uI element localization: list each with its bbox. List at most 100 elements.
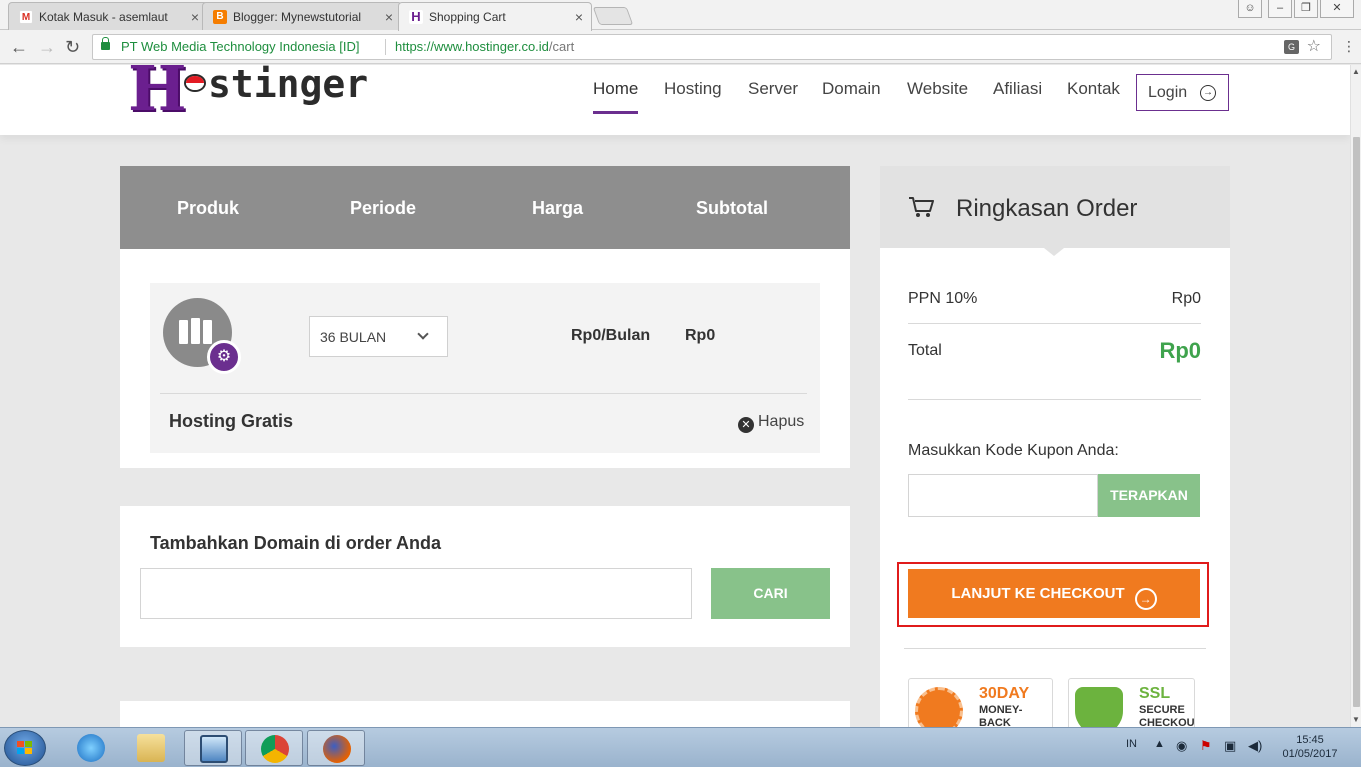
cart-table-body: ⚙ 36 BULAN Rp0/Bulan Rp0 Hosting Gratis …	[120, 249, 850, 468]
add-domain-section: Tambahkan Domain di order Anda CARI	[120, 506, 850, 647]
close-window-button[interactable]: ✕	[1320, 0, 1354, 18]
nav-home[interactable]: Home	[593, 79, 639, 114]
close-icon[interactable]: ×	[385, 9, 393, 25]
show-hidden-icons[interactable]: ▲	[1154, 738, 1165, 750]
domain-search-button[interactable]: CARI	[711, 568, 830, 619]
minimize-button[interactable]: –	[1268, 0, 1292, 18]
system-clock[interactable]: 15:45 01/05/2017	[1278, 733, 1342, 761]
total-row: Total Rp0	[908, 338, 1201, 363]
cart-table-header: Produk Periode Harga Subtotal	[120, 166, 850, 249]
chrome-icon	[261, 735, 289, 763]
column-produk: Produk	[177, 198, 240, 218]
forward-icon[interactable]: →	[38, 37, 56, 58]
order-summary-title: Ringkasan Order	[956, 195, 1138, 222]
new-tab-button[interactable]	[592, 7, 634, 25]
nav-afiliasi[interactable]: Afiliasi	[993, 79, 1042, 99]
scroll-down-icon[interactable]: ▼	[1352, 715, 1360, 724]
nav-hosting[interactable]: Hosting	[664, 79, 722, 99]
ssl-badge: SSL SECURE CHECKOUT	[1068, 678, 1195, 727]
coupon-input[interactable]	[908, 474, 1098, 517]
remote-desktop-icon	[200, 735, 228, 763]
money-back-badge: 30DAY MONEY-BACK GUARANTEE	[908, 678, 1053, 727]
cart-item: ⚙ 36 BULAN Rp0/Bulan Rp0 Hosting Gratis …	[150, 283, 820, 453]
blogger-icon: B	[213, 10, 227, 24]
gear-icon: ⚙	[207, 340, 241, 374]
start-button[interactable]	[4, 730, 46, 766]
language-indicator[interactable]: IN	[1126, 738, 1137, 750]
taskbar-remote-desktop[interactable]	[184, 730, 242, 766]
reload-icon[interactable]: ↻	[65, 37, 80, 58]
nav-domain[interactable]: Domain	[822, 79, 881, 99]
column-harga: Harga	[532, 198, 584, 218]
divider	[908, 399, 1201, 400]
action-center-icon[interactable]: ⚑	[1200, 738, 1212, 754]
guarantee-seal-icon	[915, 687, 963, 727]
scroll-thumb[interactable]	[1353, 137, 1360, 707]
nav-website[interactable]: Website	[907, 79, 968, 99]
remove-item-button[interactable]: ✕ Hapus	[738, 413, 804, 433]
divider	[160, 393, 807, 394]
bookmark-star-icon[interactable]: ☆	[1307, 35, 1321, 59]
logo-text: stinger	[208, 65, 369, 106]
nav-server[interactable]: Server	[748, 79, 798, 99]
remove-label: Hapus	[758, 413, 805, 430]
web-page: H stinger Home Hosting Server Domain Web…	[0, 65, 1350, 727]
site-header: H stinger Home Hosting Server Domain Web…	[0, 65, 1350, 135]
file-explorer-icon	[137, 734, 165, 762]
restore-button[interactable]: ❐	[1294, 0, 1318, 18]
tab-shopping-cart[interactable]: H Shopping Cart ×	[398, 2, 592, 31]
taskbar-internet-explorer[interactable]	[62, 730, 120, 766]
chevron-down-icon	[417, 328, 429, 340]
item-subtotal: Rp0	[685, 327, 716, 344]
url-field[interactable]: PT Web Media Technology Indonesia [ID] h…	[92, 34, 1332, 60]
gmail-icon: M	[19, 10, 33, 24]
tab-title: Shopping Cart	[429, 10, 506, 24]
domain-search-input[interactable]	[140, 568, 692, 619]
browser-menu-icon[interactable]: ⋮	[1342, 38, 1356, 55]
tab-title: Kotak Masuk - asemlaut	[39, 10, 168, 24]
total-value: Rp0	[1159, 338, 1201, 363]
checkout-button[interactable]: LANJUT KE CHECKOUT →	[908, 569, 1200, 618]
tax-value: Rp0	[1171, 290, 1201, 307]
taskbar-chrome[interactable]	[245, 730, 303, 766]
badge-title: SSL	[1139, 685, 1171, 702]
divider	[904, 648, 1206, 649]
back-icon[interactable]: ←	[10, 37, 28, 58]
windows-logo-icon	[17, 741, 33, 755]
clock-time: 15:45	[1296, 734, 1324, 746]
login-button[interactable]: Login →	[1136, 74, 1229, 111]
clock-date: 01/05/2017	[1282, 748, 1338, 760]
arrow-right-circle-icon: →	[1200, 85, 1216, 101]
browser-tabstrip: M Kotak Masuk - asemlaut × B Blogger: My…	[0, 0, 1361, 31]
page-scrollbar[interactable]: ▲ ▼	[1350, 65, 1361, 727]
tab-blogger[interactable]: B Blogger: Mynewstutorial ×	[202, 2, 402, 30]
column-periode: Periode	[350, 198, 417, 218]
badge-text: MONEY-BACK GUARANTEE	[979, 704, 1023, 727]
column-subtotal: Subtotal	[696, 198, 768, 218]
sync-icon[interactable]: ◉	[1176, 738, 1187, 754]
total-label: Total	[908, 342, 942, 359]
close-icon[interactable]: ×	[575, 9, 583, 25]
volume-icon[interactable]: ◀)	[1248, 738, 1262, 754]
url-path: /cart	[548, 39, 575, 54]
tab-title: Blogger: Mynewstutorial	[233, 10, 362, 24]
order-summary-header: Ringkasan Order	[880, 166, 1230, 256]
arrow-right-circle-icon: →	[1134, 588, 1157, 610]
tax-label: PPN 10%	[908, 290, 978, 307]
network-icon[interactable]: ▣	[1224, 738, 1236, 754]
taskbar-file-explorer[interactable]	[122, 730, 180, 766]
tab-gmail[interactable]: M Kotak Masuk - asemlaut ×	[8, 2, 208, 30]
taskbar-firefox[interactable]	[307, 730, 365, 766]
period-value: 36 BULAN	[320, 329, 387, 345]
tax-row: PPN 10% Rp0	[908, 290, 1201, 308]
scroll-up-icon[interactable]: ▲	[1352, 67, 1360, 76]
apply-coupon-button[interactable]: TERAPKAN	[1098, 474, 1200, 517]
domain-section-title: Tambahkan Domain di order Anda	[150, 533, 442, 553]
translate-icon[interactable]: G	[1284, 40, 1299, 54]
nav-kontak[interactable]: Kontak	[1067, 79, 1120, 99]
period-select[interactable]: 36 BULAN	[309, 316, 448, 357]
close-icon[interactable]: ×	[191, 9, 199, 25]
user-profile-icon[interactable]: ☺	[1238, 0, 1262, 18]
internet-explorer-icon	[77, 734, 105, 762]
lock-icon	[101, 37, 110, 50]
